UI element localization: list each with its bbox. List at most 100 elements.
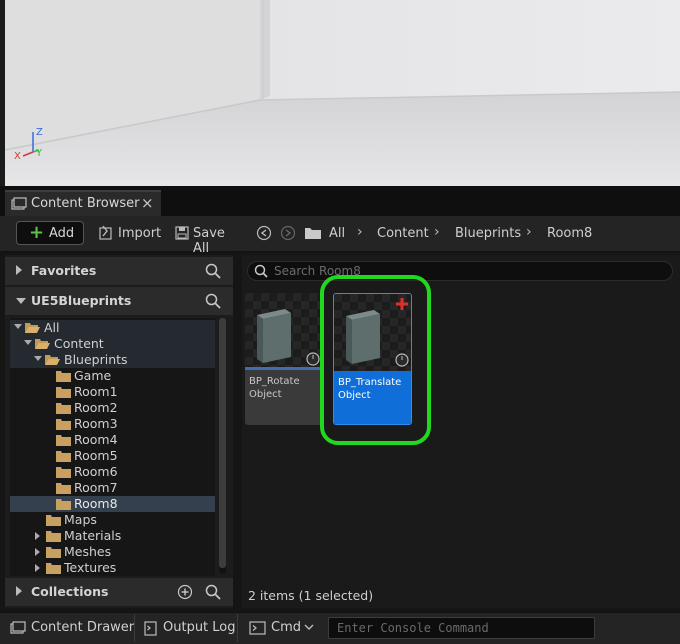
asset-tile-bp-rotate-object[interactable]: BP_Rotate Object	[245, 293, 324, 425]
chevron-right-icon[interactable]: ›	[434, 224, 440, 240]
tree-item-materials[interactable]: Materials	[10, 528, 215, 544]
folder-icon	[56, 483, 71, 494]
breadcrumb-all[interactable]: All	[329, 226, 345, 241]
save-all-label: Save All	[193, 226, 225, 256]
breadcrumb-room8[interactable]: Room8	[547, 226, 592, 241]
collapse-arrow-icon[interactable]	[34, 356, 42, 361]
collections-header[interactable]: Collections	[5, 578, 233, 606]
tree-item-room4[interactable]: Room4	[10, 432, 215, 448]
folder-icon	[46, 515, 61, 526]
open-folder-icon	[25, 323, 40, 333]
tree-item-label: Game	[74, 368, 112, 383]
collections-label: Collections	[31, 584, 109, 599]
tree-item-label: Room5	[74, 448, 118, 463]
back-icon[interactable]	[256, 225, 272, 241]
axis-x-label: X	[14, 151, 21, 162]
forward-icon[interactable]	[280, 225, 296, 241]
content-drawer-button[interactable]: Content Drawer	[4, 612, 134, 644]
tree-item-label: Room6	[74, 464, 118, 479]
tree-item-textures[interactable]: Textures	[10, 560, 215, 576]
breadcrumb-blueprints[interactable]: Blueprints	[455, 226, 521, 241]
console-command-input[interactable]	[337, 620, 587, 636]
cmd-label: Cmd	[271, 620, 301, 635]
import-button[interactable]: Import	[98, 225, 162, 243]
collapse-arrow-icon[interactable]	[16, 298, 26, 304]
item-count-status: 2 items (1 selected)	[248, 588, 374, 603]
tree-item-meshes[interactable]: Meshes	[10, 544, 215, 560]
tree-item-label: Room7	[74, 480, 118, 495]
collapse-arrow-icon[interactable]	[14, 324, 22, 329]
tree-item-label: Content	[54, 336, 104, 351]
folder-icon	[56, 467, 71, 478]
tree-item-label: Blueprints	[64, 352, 128, 367]
tree-item-all[interactable]: All	[10, 320, 215, 336]
expand-arrow-icon[interactable]	[35, 564, 40, 572]
tree-item-label: Textures	[64, 560, 117, 575]
expand-arrow-icon[interactable]	[16, 586, 22, 596]
tree-item-label: Room1	[74, 384, 118, 399]
folder-icon	[56, 499, 71, 510]
tree-item-game[interactable]: Game	[10, 368, 215, 384]
tree-item-room5[interactable]: Room5	[10, 448, 215, 464]
tab-content-browser[interactable]: Content Browser ×	[5, 190, 161, 216]
breadcrumb-content[interactable]: Content	[377, 226, 429, 241]
tab-close-button[interactable]: ×	[141, 194, 154, 212]
chevron-right-icon[interactable]: ›	[526, 224, 532, 240]
save-icon	[175, 226, 189, 240]
tree-item-content[interactable]: Content	[10, 336, 215, 352]
collapse-arrow-icon[interactable]	[24, 340, 32, 345]
asset-search-box[interactable]	[247, 261, 673, 281]
add-collection-icon[interactable]	[177, 584, 193, 600]
selection-highlight-outline	[320, 275, 431, 445]
folder-icon	[56, 451, 71, 462]
search-icon	[254, 264, 268, 278]
favorites-header[interactable]: Favorites	[5, 257, 233, 285]
tree-scrollbar-thumb[interactable]	[219, 318, 226, 568]
divider	[134, 614, 135, 642]
folder-icon	[56, 403, 71, 414]
folder-icon	[56, 387, 71, 398]
expand-arrow-icon[interactable]	[16, 265, 22, 275]
folder-icon[interactable]	[304, 226, 322, 240]
blueprint-cube-thumbnail	[245, 293, 324, 370]
chevron-down-icon	[304, 624, 314, 630]
output-log-button[interactable]: Output Log	[138, 612, 236, 644]
asset-name: BP_Rotate Object	[249, 376, 300, 400]
tree-item-maps[interactable]: Maps	[10, 512, 215, 528]
import-label: Import	[118, 226, 162, 241]
viewport-room-render	[5, 0, 680, 186]
search-icon[interactable]	[205, 584, 221, 600]
folder-stack-icon	[10, 621, 26, 634]
folder-icon	[46, 563, 61, 574]
search-icon[interactable]	[205, 263, 221, 279]
save-all-button[interactable]: Save All	[174, 225, 244, 256]
expand-arrow-icon[interactable]	[35, 548, 40, 556]
cmd-dropdown[interactable]: Cmd	[244, 612, 322, 644]
terminal-icon	[249, 621, 266, 635]
import-icon	[99, 225, 112, 240]
add-button[interactable]: + Add	[16, 221, 84, 245]
tree-item-room6[interactable]: Room6	[10, 464, 215, 480]
folder-icon	[56, 435, 71, 446]
output-log-label: Output Log	[163, 620, 236, 635]
tree-item-blueprints[interactable]: Blueprints	[10, 352, 215, 368]
folder-icon	[56, 419, 71, 430]
chevron-right-icon[interactable]: ›	[357, 224, 363, 240]
level-viewport[interactable]: Z Y X	[5, 0, 680, 186]
expand-arrow-icon[interactable]	[35, 532, 40, 540]
search-icon[interactable]	[205, 293, 221, 309]
project-label: UE5Blueprints	[31, 293, 132, 308]
axis-gizmo-icon: Z Y X	[14, 127, 43, 162]
open-folder-icon	[45, 355, 60, 365]
tree-item-room2[interactable]: Room2	[10, 400, 215, 416]
tree-item-label: Meshes	[64, 544, 112, 559]
divider	[237, 614, 238, 642]
tree-item-room1[interactable]: Room1	[10, 384, 215, 400]
project-header[interactable]: UE5Blueprints	[5, 287, 233, 315]
open-folder-icon	[35, 339, 50, 349]
tree-item-room7[interactable]: Room7	[10, 480, 215, 496]
tree-item-room8[interactable]: Room8	[10, 496, 215, 512]
tree-item-label: Room3	[74, 416, 118, 431]
console-command-field[interactable]	[328, 617, 595, 639]
tree-item-room3[interactable]: Room3	[10, 416, 215, 432]
